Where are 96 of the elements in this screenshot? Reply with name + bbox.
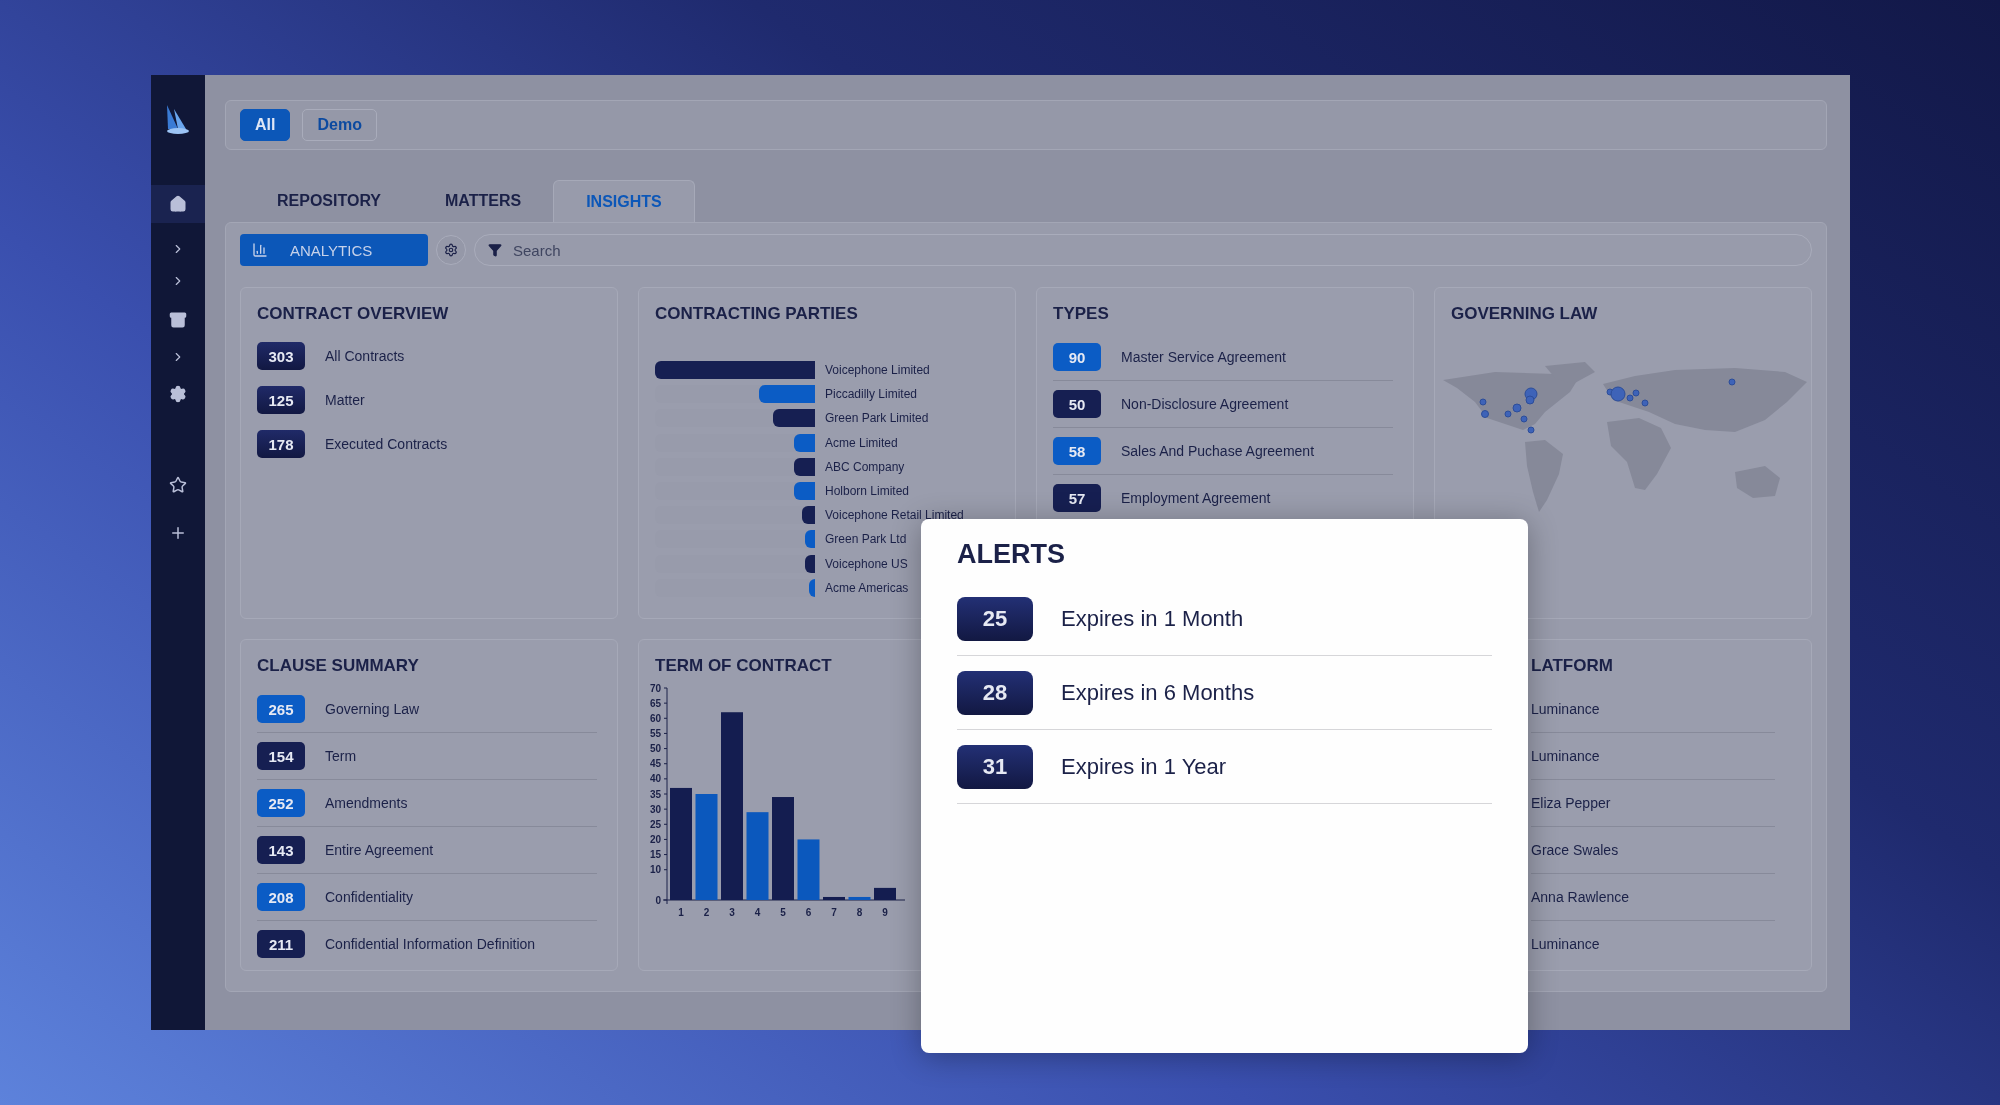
platform-owner: Luminance (1531, 936, 1600, 952)
axis-tick-label: 50 (649, 743, 661, 755)
axis-tick-label: 4 (754, 907, 761, 918)
count-badge: 125 (257, 386, 305, 414)
tab[interactable]: REPOSITORY (245, 180, 414, 222)
analytics-button[interactable]: ANALYTICS (240, 234, 428, 266)
axis-tick-label: 30 (649, 803, 661, 815)
count-badge: 208 (257, 883, 305, 911)
axis-tick-label: 3 (729, 907, 735, 918)
bar-chart-icon (252, 242, 268, 258)
count-badge: 28 (957, 670, 1033, 715)
count-badge: 303 (257, 342, 305, 370)
count-badge: 50 (1053, 390, 1101, 418)
platform-owner: Luminance (1531, 701, 1600, 717)
settings-icon (444, 243, 458, 257)
card-title: CLAUSE SUMMARY (257, 656, 420, 676)
count-badge: 143 (257, 836, 305, 864)
item-label: Sales And Puchase Agreement (1121, 443, 1315, 459)
axis-tick-label: 7 (831, 907, 837, 918)
axis-tick-label: 65 (649, 697, 661, 709)
settings-button[interactable] (436, 235, 466, 265)
filter-chip[interactable]: All (240, 109, 291, 141)
alert-label: Expires in 6 Months (1061, 679, 1255, 706)
axis-tick-label: 20 (649, 833, 661, 845)
axis-tick-label: 9 (882, 907, 888, 918)
axis-tick-label: 0 (655, 894, 661, 906)
tab[interactable]: MATTERS (413, 180, 554, 222)
alert-label: Expires in 1 Year (1061, 753, 1227, 780)
party-name: Voicephone US (825, 556, 908, 571)
axis-tick-label: 25 (649, 818, 661, 830)
axis-tick-label: 70 (649, 682, 661, 694)
party-name: ABC Company (825, 459, 905, 474)
home-icon[interactable] (151, 185, 205, 223)
chart-bar (823, 896, 845, 900)
card-title: CONTRACTING PARTIES (655, 304, 859, 324)
count-badge: 90 (1053, 343, 1101, 371)
card-title: TERM OF CONTRACT (655, 656, 833, 676)
item-label: Employment Agreement (1121, 490, 1271, 506)
count-badge: 252 (257, 789, 305, 817)
item-label: Non-Disclosure Agreement (1121, 396, 1289, 412)
axis-tick-label: 45 (649, 758, 661, 770)
item-label: All Contracts (325, 348, 405, 364)
item-label: Governing Law (325, 701, 420, 717)
axis-tick-label: 5 (780, 907, 786, 918)
axis-tick-label: 6 (805, 907, 812, 918)
filter-icon (488, 243, 502, 257)
count-badge: 154 (257, 742, 305, 770)
party-name: Green Park Ltd (825, 532, 907, 547)
party-name: Acme Americas (825, 580, 909, 595)
chart-bar (797, 839, 820, 900)
axis-tick-label: 60 (649, 712, 661, 724)
platform-owner: Anna Rawlence (1531, 889, 1630, 905)
count-badge: 211 (257, 930, 305, 958)
platform-owner: Luminance (1531, 748, 1600, 764)
item-label: Master Service Agreement (1121, 349, 1286, 365)
party-name: Holborn Limited (825, 484, 910, 499)
count-badge: 31 (957, 744, 1033, 789)
card-title: GOVERNING LAW (1451, 304, 1599, 324)
card-title: LATFORM (1531, 656, 1614, 676)
party-name: Piccadilly Limited (825, 387, 918, 402)
axis-tick-label: 55 (649, 727, 661, 739)
party-name: Voicephone Limited (825, 363, 930, 378)
axis-tick-label: 35 (649, 788, 661, 800)
item-label: Confidentiality (325, 889, 413, 905)
filter-chip[interactable]: Demo (302, 109, 377, 141)
party-name: Green Park Limited (825, 411, 929, 426)
count-badge: 57 (1053, 484, 1101, 512)
count-badge: 25 (957, 596, 1033, 641)
item-label: Executed Contracts (325, 436, 448, 452)
party-name: Acme Limited (825, 435, 898, 450)
tab[interactable]: INSIGHTS (553, 180, 695, 222)
dialog-title: ALERTS (957, 539, 1066, 570)
platform-owner: Grace Swales (1531, 842, 1619, 858)
alert-label: Expires in 1 Month (1061, 605, 1244, 632)
card-title: TYPES (1053, 304, 1110, 324)
count-badge: 178 (257, 430, 305, 458)
axis-tick-label: 10 (649, 864, 661, 876)
chart-bar (848, 896, 871, 900)
axis-tick-label: 8 (856, 907, 863, 918)
party-name: Voicephone Retail Limited (825, 508, 964, 523)
axis-tick-label: 1 (678, 907, 684, 918)
item-label: Term (325, 748, 357, 764)
count-badge: 58 (1053, 437, 1101, 465)
card-title: CONTRACT OVERVIEW (257, 304, 450, 324)
item-label: Confidential Information Definition (325, 936, 536, 952)
count-badge: 265 (257, 695, 305, 723)
item-label: Entire Agreement (325, 842, 434, 858)
axis-tick-label: 40 (649, 773, 661, 785)
platform-owner: Eliza Pepper (1531, 795, 1611, 811)
item-label: Amendments (325, 795, 408, 811)
axis-tick-label: 15 (649, 849, 661, 861)
search-field[interactable]: Search (474, 234, 1812, 266)
logo-icon (164, 103, 192, 135)
item-label: Matter (325, 392, 365, 408)
chart-bar (874, 887, 896, 900)
axis-tick-label: 2 (703, 907, 710, 918)
